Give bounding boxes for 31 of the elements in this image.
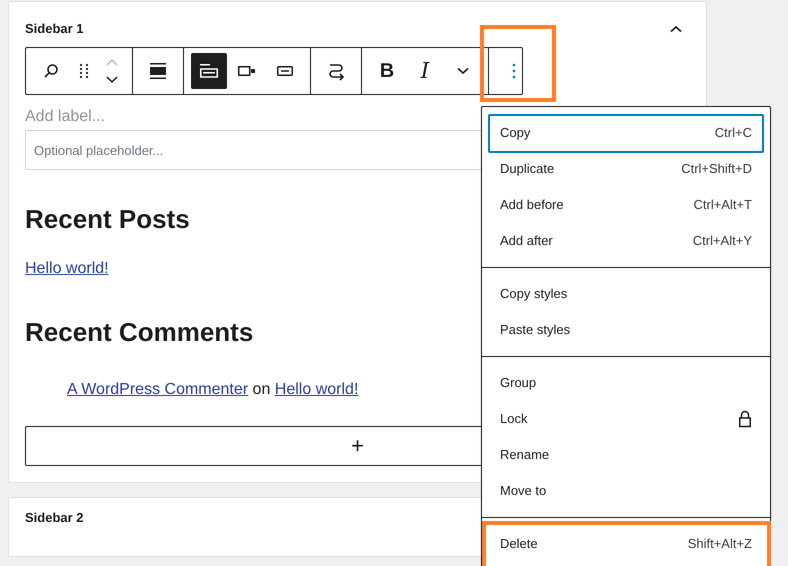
menu-item[interactable]: Copy Ctrl+C <box>488 114 764 152</box>
more-vertical-icon <box>512 63 516 79</box>
menu-item[interactable]: Paste styles <box>488 312 764 348</box>
button-fill-icon <box>199 63 219 79</box>
align-full-width-icon <box>149 62 167 80</box>
post-link[interactable]: Hello world! <box>274 381 358 398</box>
comment-entry: A WordPress Commenter on Hello world! <box>67 381 358 398</box>
post-link[interactable]: Hello world! <box>25 260 109 277</box>
panel-title: Sidebar 2 <box>25 510 84 525</box>
search-icon <box>43 63 59 79</box>
menu-item[interactable]: Move to <box>488 473 764 509</box>
chevron-icon <box>670 25 682 33</box>
menu-item[interactable]: Add after Ctrl+Alt+Y <box>488 223 764 259</box>
section-heading: Recent Comments <box>25 316 254 348</box>
width-fill-tool-button[interactable] <box>191 53 227 89</box>
menu-item[interactable]: Group <box>488 365 764 401</box>
up-down-chevrons-icon <box>105 58 119 84</box>
chevron-down-icon <box>457 67 469 75</box>
button-inline-icon <box>276 65 294 77</box>
italic-tool-button[interactable]: I <box>407 53 443 89</box>
drag-handle-icon <box>79 63 89 79</box>
menu-item[interactable]: Add before Ctrl+Alt+T <box>488 187 764 223</box>
menu-item[interactable]: Copy styles <box>488 276 764 312</box>
lock-icon <box>738 410 752 428</box>
button-fit-icon <box>237 65 257 77</box>
menu-item[interactable]: Delete Shift+Alt+Z <box>488 526 764 562</box>
panel-title: Sidebar 1 <box>25 20 84 38</box>
author-link[interactable]: A WordPress Commenter <box>67 381 248 398</box>
bold-tool-button[interactable]: B <box>369 53 405 89</box>
transform-icon <box>326 61 346 81</box>
section-heading: Recent Posts <box>25 203 190 235</box>
